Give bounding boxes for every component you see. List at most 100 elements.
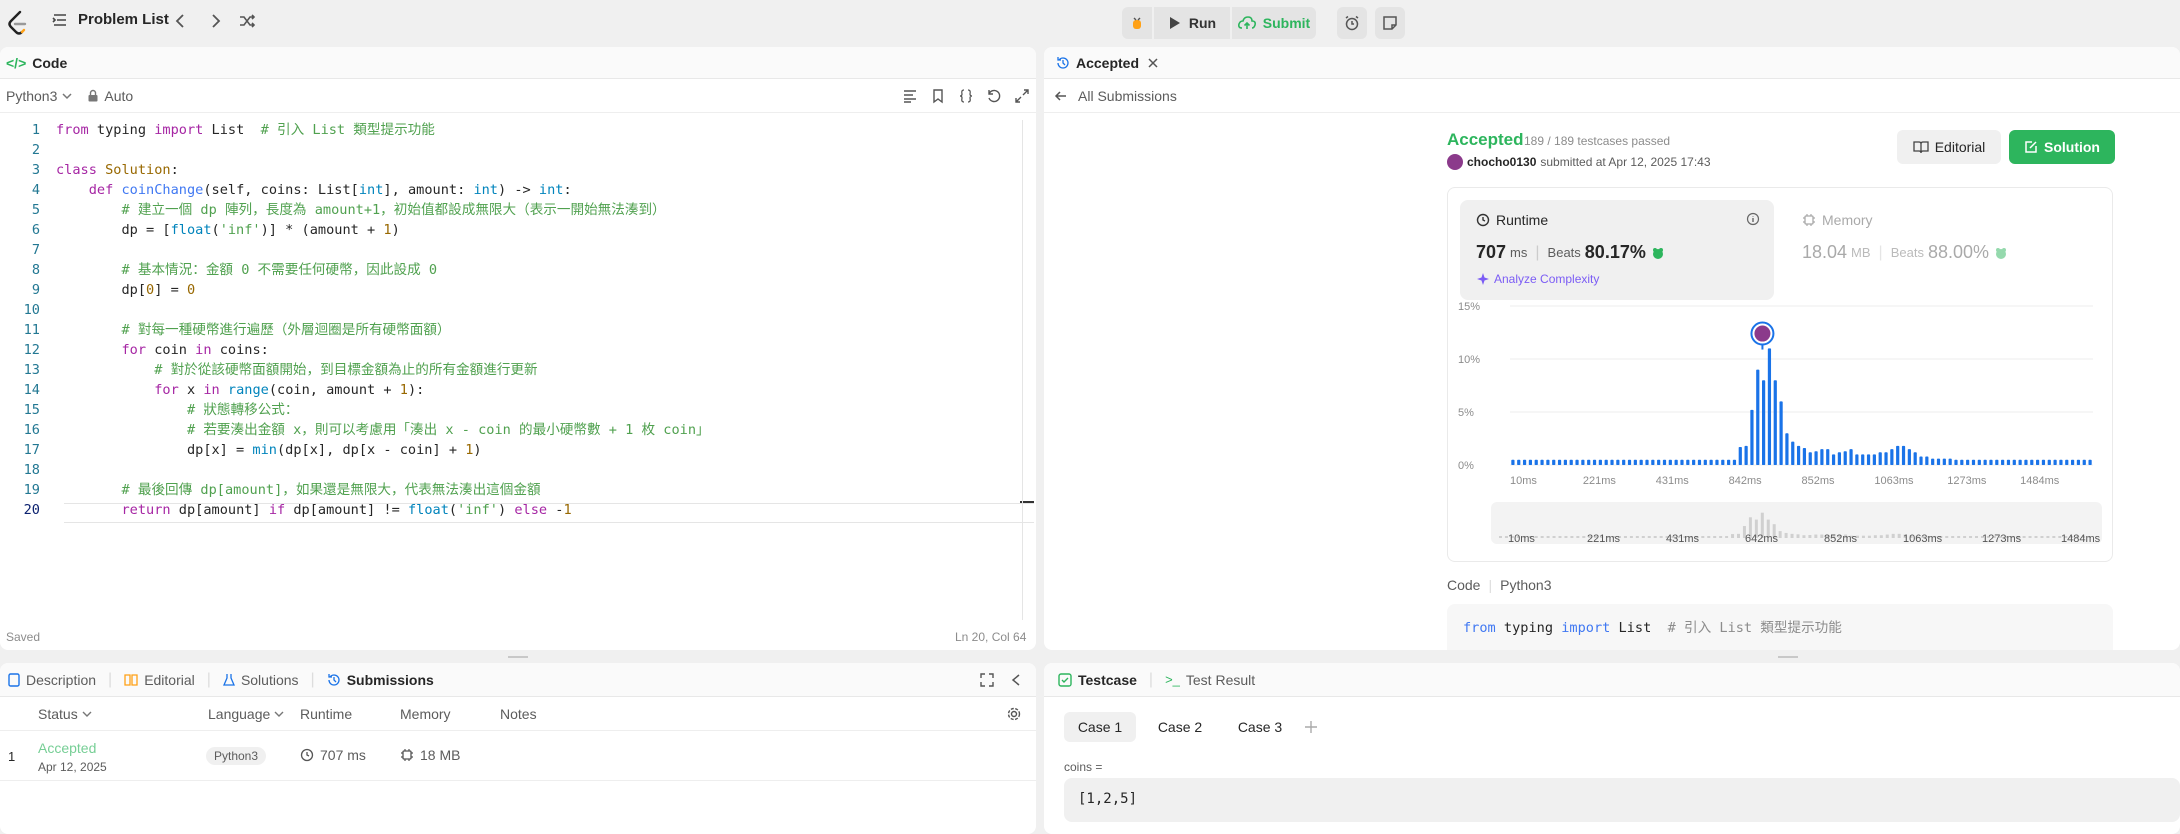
code-editor[interactable]: 1 from typing import List # 引入 List 類型提示功… bbox=[0, 120, 1036, 600]
editor-scrollbar[interactable] bbox=[1022, 120, 1023, 620]
bar bbox=[1622, 459, 1626, 465]
case-3-tab[interactable]: Case 3 bbox=[1224, 712, 1296, 742]
runtime-box[interactable]: Runtime 707 ms | Beats 80.17% Analyze Co… bbox=[1460, 200, 1774, 300]
code-line[interactable]: 13 # 對於從該硬幣面額開始，到目標金額為止的所有金額進行更新 bbox=[0, 360, 1036, 380]
overview-bar bbox=[1975, 536, 1978, 538]
status-column-header[interactable]: Status bbox=[38, 706, 92, 722]
all-submissions-link[interactable]: All Submissions bbox=[1044, 79, 2180, 113]
leetcode-logo[interactable] bbox=[6, 10, 28, 36]
mode-toggle[interactable]: Auto bbox=[87, 88, 133, 104]
bar bbox=[1633, 459, 1637, 465]
overview-bar bbox=[1623, 536, 1627, 538]
tab-solutions[interactable]: Solutions bbox=[222, 672, 299, 688]
code-line[interactable]: 16 # 若要湊出金額 x，則可以考慮用「湊出 x - coin 的最小硬幣數 … bbox=[0, 420, 1036, 440]
alarm-button[interactable] bbox=[1337, 7, 1367, 39]
editor-toolbar: Python3 Auto bbox=[0, 79, 1036, 113]
shuffle-icon[interactable] bbox=[238, 12, 256, 35]
lock-icon bbox=[88, 89, 98, 102]
username[interactable]: chocho0130 bbox=[1467, 155, 1536, 169]
language-column-header[interactable]: Language bbox=[208, 706, 284, 722]
maximize-icon[interactable] bbox=[980, 672, 994, 687]
submit-button[interactable]: Submit bbox=[1232, 7, 1316, 39]
tab-accepted[interactable]: Accepted bbox=[1056, 55, 1139, 71]
fullscreen-icon[interactable] bbox=[1014, 88, 1030, 104]
code-line[interactable]: 6 dp = [float('inf')] * (amount + 1) bbox=[0, 220, 1036, 240]
close-icon[interactable] bbox=[1147, 57, 1159, 69]
prev-problem-icon[interactable] bbox=[172, 12, 190, 35]
clock-icon bbox=[1476, 213, 1490, 227]
row-status[interactable]: Accepted bbox=[38, 740, 96, 756]
tab-description[interactable]: Description bbox=[8, 672, 96, 688]
reset-icon[interactable] bbox=[986, 88, 1002, 104]
add-case-icon[interactable] bbox=[1304, 720, 1318, 734]
checkbox-icon bbox=[1058, 672, 1072, 687]
resize-handle-right[interactable] bbox=[1778, 656, 1798, 658]
info-icon[interactable] bbox=[1746, 212, 1760, 226]
code-line[interactable]: 7 bbox=[0, 240, 1036, 260]
bar bbox=[1901, 445, 1906, 465]
tab-editorial[interactable]: Editorial bbox=[124, 672, 195, 688]
solution-button[interactable]: Solution bbox=[2009, 130, 2115, 164]
code-line[interactable]: 12 for coin in coins: bbox=[0, 340, 1036, 360]
debug-button[interactable] bbox=[1122, 7, 1152, 39]
editorial-button[interactable]: Editorial bbox=[1897, 130, 2001, 164]
tab-submissions[interactable]: Submissions bbox=[327, 672, 434, 688]
code-text: # 建立一個 dp 陣列，長度為 amount+1，初始值都設成無限大（表示一開… bbox=[121, 202, 666, 218]
cloud-upload-icon bbox=[1237, 16, 1256, 29]
format-icon[interactable] bbox=[902, 88, 918, 104]
run-button[interactable]: Run bbox=[1154, 7, 1230, 39]
analyze-complexity-link[interactable]: Analyze Complexity bbox=[1476, 272, 1599, 286]
tab-testcase[interactable]: Testcase bbox=[1058, 672, 1137, 688]
code-line[interactable]: 8 # 基本情況：金額 0 不需要任何硬幣，因此設成 0 bbox=[0, 260, 1036, 280]
overview-bar bbox=[1778, 531, 1782, 538]
overview-bar bbox=[1737, 533, 1740, 538]
testcase-panel: Testcase | >_ Test Result Case 1 Case 2 … bbox=[1044, 663, 2180, 834]
next-problem-icon[interactable] bbox=[206, 12, 224, 35]
problem-list-link[interactable]: Problem List bbox=[52, 11, 169, 28]
variable-input[interactable]: [1,2,5] bbox=[1064, 778, 2180, 822]
tab-test-result[interactable]: >_ Test Result bbox=[1165, 672, 1255, 688]
case-2-tab[interactable]: Case 2 bbox=[1144, 712, 1216, 742]
bar bbox=[1680, 459, 1684, 465]
overview-tick-label: 852ms bbox=[1824, 533, 1858, 545]
code-line[interactable]: 15 # 狀態轉移公式： bbox=[0, 400, 1036, 420]
code-line[interactable]: 2 bbox=[0, 140, 1036, 160]
bar bbox=[1703, 459, 1707, 465]
vertical-splitter[interactable] bbox=[1038, 47, 1042, 834]
row-index: 1 bbox=[8, 749, 16, 764]
table-row[interactable]: 1 Accepted Apr 12, 2025 Python3 707 ms 1… bbox=[0, 731, 1036, 781]
braces-icon[interactable] bbox=[958, 88, 974, 104]
runtime-distribution-chart[interactable]: 15% 10% 5% 0% 10ms 221ms 431ms 842ms 852ms 1063ms… bbox=[1448, 300, 2112, 558]
code-line[interactable]: 9 dp[0] = 0 bbox=[0, 280, 1036, 300]
bar bbox=[1639, 459, 1643, 465]
code-text: # 若要湊出金額 x，則可以考慮用「湊出 x - coin 的最小硬幣數 + 1… bbox=[186, 422, 710, 438]
resize-handle-left[interactable] bbox=[508, 656, 528, 658]
overview-bar bbox=[1891, 533, 1895, 538]
code-line[interactable]: 5 # 建立一個 dp 陣列，長度為 amount+1，初始值都設成無限大（表示… bbox=[0, 200, 1036, 220]
collapse-icon[interactable] bbox=[1010, 673, 1022, 687]
code-line[interactable]: 4 def coinChange(self, coins: List[int],… bbox=[0, 180, 1036, 200]
code-line[interactable]: 14 for x in range(coin, amount + 1): bbox=[0, 380, 1036, 400]
beats-emoji-icon bbox=[1996, 247, 2007, 259]
language-select[interactable]: Python3 bbox=[6, 88, 73, 104]
notes-button[interactable] bbox=[1375, 7, 1405, 39]
bar bbox=[1866, 454, 1871, 465]
overview-bar bbox=[1635, 536, 1639, 538]
line-number: 2 bbox=[31, 142, 40, 158]
code-line[interactable]: 10 bbox=[0, 300, 1036, 320]
bar bbox=[1971, 459, 1976, 465]
settings-gear-icon[interactable] bbox=[1006, 706, 1022, 722]
code-line[interactable]: 3 class Solution: bbox=[0, 160, 1036, 180]
overview-bar bbox=[1564, 536, 1568, 538]
code-line[interactable]: 11 # 對每一種硬幣進行遍歷（外層迴圈是所有硬幣面額） bbox=[0, 320, 1036, 340]
bookmark-icon[interactable] bbox=[930, 88, 946, 104]
code-line[interactable]: 1 from typing import List # 引入 List 類型提示功… bbox=[0, 120, 1036, 140]
bar bbox=[2041, 459, 2046, 465]
code-line[interactable]: 18 bbox=[0, 460, 1036, 480]
avatar[interactable] bbox=[1447, 154, 1463, 170]
code-line[interactable]: 19 # 最後回傳 dp[amount]，如果還是無限大，代表無法湊出這個金額 bbox=[0, 480, 1036, 500]
code-line[interactable]: 17 dp[x] = min(dp[x], dp[x - coin] + 1) bbox=[0, 440, 1036, 460]
memory-box[interactable]: Memory 18.04 MB | Beats 88.00% bbox=[1786, 200, 2100, 300]
case-1-tab[interactable]: Case 1 bbox=[1064, 712, 1136, 742]
x-tick-label: 1063ms bbox=[1874, 475, 1914, 487]
